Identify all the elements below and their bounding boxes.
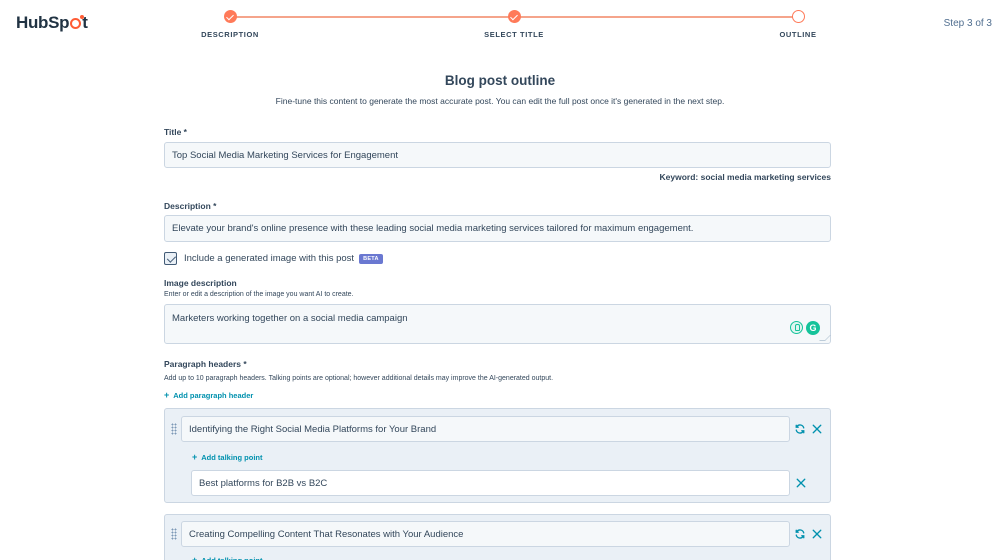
paragraph-header-input-1[interactable]: Identifying the Right Social Media Platf… <box>181 416 790 442</box>
drag-handle-icon[interactable] <box>171 423 177 435</box>
textarea-assistant-icons: G <box>790 321 820 335</box>
title-input[interactable]: Top Social Media Marketing Services for … <box>164 142 831 168</box>
grammarly-icon[interactable]: G <box>806 321 820 335</box>
plus-icon: + <box>192 452 198 462</box>
step-1-complete-icon <box>223 10 237 23</box>
progress-stepper: DESCRIPTION SELECT TITLE OUTLINE <box>201 10 816 50</box>
lightbulb-icon[interactable] <box>790 321 803 334</box>
sprocket-icon <box>70 15 85 29</box>
include-image-row[interactable]: Include a generated image with this post… <box>164 252 383 265</box>
step-1-label: DESCRIPTION <box>201 30 259 39</box>
add-talking-point-button[interactable]: +Add talking point <box>192 555 263 560</box>
paragraph-header-input-2[interactable]: Creating Compelling Content That Resonat… <box>181 521 790 547</box>
talking-point-input[interactable]: Best platforms for B2B vs B2C <box>191 470 790 496</box>
regenerate-icon[interactable] <box>793 422 807 436</box>
paragraph-headers-label: Paragraph headers * <box>164 359 247 369</box>
hubspot-logo: HubSp t <box>16 13 88 32</box>
plus-icon: + <box>164 390 170 400</box>
paragraph-header-card-2: Creating Compelling Content That Resonat… <box>164 514 831 560</box>
remove-talking-point-icon[interactable] <box>794 476 808 490</box>
beta-badge: BETA <box>359 253 383 264</box>
remove-header-icon[interactable] <box>810 422 824 436</box>
step-2-label: SELECT TITLE <box>484 30 544 39</box>
regenerate-icon[interactable] <box>793 527 807 541</box>
remove-header-icon[interactable] <box>810 527 824 541</box>
drag-handle-icon[interactable] <box>171 528 177 540</box>
step-3-current-icon <box>791 10 805 23</box>
title-label: Title * <box>164 127 187 137</box>
paragraph-headers-help: Add up to 10 paragraph headers. Talking … <box>164 375 554 382</box>
step-2-complete-icon <box>507 10 521 23</box>
include-image-label[interactable]: Include a generated image with this post <box>184 253 354 264</box>
resize-handle-icon[interactable] <box>819 335 831 341</box>
description-input[interactable]: Elevate your brand's online presence wit… <box>164 215 831 242</box>
image-description-help: Enter or edit a description of the image… <box>164 291 354 298</box>
page-title: Blog post outline <box>444 73 556 88</box>
paragraph-header-card-1: Identifying the Right Social Media Platf… <box>164 408 831 503</box>
keyword-text: Keyword: social media marketing services <box>659 172 832 182</box>
add-paragraph-header-button[interactable]: + Add paragraph header <box>164 390 253 400</box>
add-talking-point-button[interactable]: +Add talking point <box>192 452 263 462</box>
include-image-checkbox[interactable] <box>164 252 177 265</box>
image-description-textarea[interactable]: Marketers working together on a social m… <box>164 304 831 344</box>
plus-icon: + <box>192 555 198 560</box>
description-label: Description * <box>164 201 217 211</box>
page-subtitle: Fine-tune this content to generate the m… <box>275 96 725 106</box>
image-description-value: Marketers working together on a social m… <box>172 313 408 324</box>
image-description-label: Image description <box>164 278 237 288</box>
step-counter: Step 3 of 3 <box>943 18 992 29</box>
step-3-label: OUTLINE <box>779 30 817 39</box>
